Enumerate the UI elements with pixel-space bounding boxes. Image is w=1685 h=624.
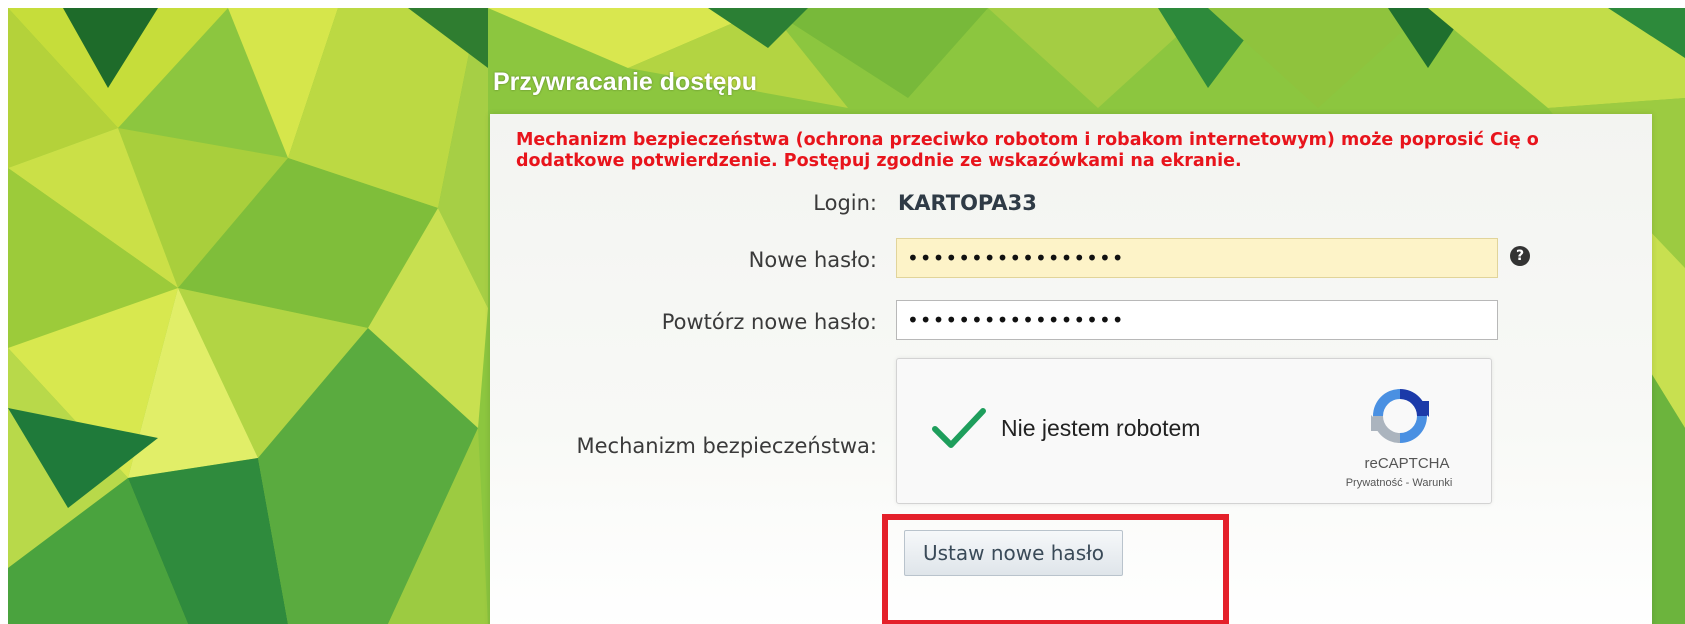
recaptcha-widget[interactable]: Nie jestem robotem reCAPTCHA Prywatność … xyxy=(896,358,1492,504)
repeat-password-label: Powtórz nowe hasło: xyxy=(661,310,877,334)
set-new-password-button[interactable]: Ustaw nowe hasło xyxy=(904,530,1123,576)
security-label: Mechanizm bezpieczeństwa: xyxy=(576,434,877,458)
new-password-label: Nowe hasło: xyxy=(748,248,877,272)
captcha-checkbox-label: Nie jestem robotem xyxy=(1001,415,1201,441)
login-value: KARTOPA33 xyxy=(898,191,1037,215)
recaptcha-logo-icon xyxy=(1371,389,1429,443)
login-label: Login: xyxy=(813,191,877,215)
recaptcha-privacy-terms-links[interactable]: Prywatność - Warunki xyxy=(1319,477,1479,489)
repeat-password-input[interactable] xyxy=(896,300,1498,340)
checkmark-icon[interactable] xyxy=(931,407,987,451)
new-password-input[interactable] xyxy=(896,238,1498,278)
security-warning: Mechanizm bezpieczeństwa (ochrona przeci… xyxy=(516,130,1539,171)
panel-title: Przywracanie dostępu xyxy=(493,68,757,96)
recaptcha-brand: reCAPTCHA xyxy=(1364,455,1450,472)
page-background: Przywracanie dostępu Mechanizm bezpiecze… xyxy=(8,8,1685,624)
question-circle-icon[interactable]: ? xyxy=(1510,246,1530,266)
